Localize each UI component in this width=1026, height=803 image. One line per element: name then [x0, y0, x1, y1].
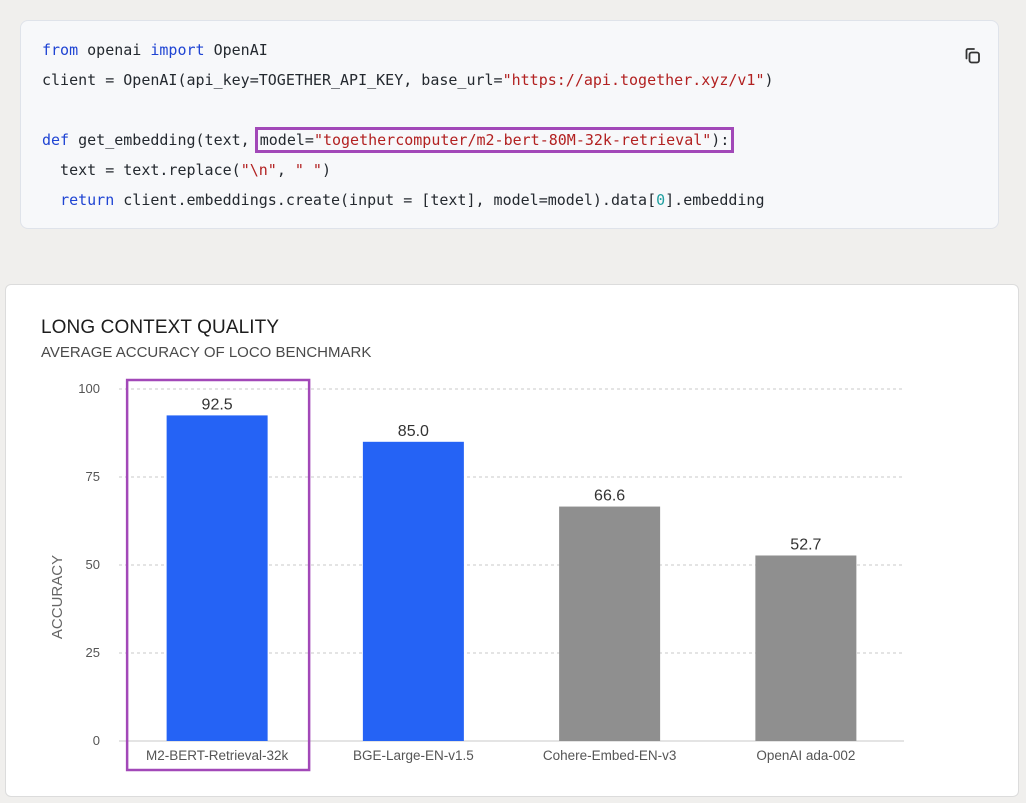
bar-value-label: 92.5 [202, 396, 233, 413]
code-snippet-card: from openai import OpenAI client = OpenAI… [20, 20, 999, 229]
code-line: return client.embeddings.create(input = … [42, 189, 764, 211]
code-token: "\n" [240, 161, 277, 179]
y-axis-label: ACCURACY [49, 555, 66, 639]
code-token: , [276, 161, 295, 179]
bar [166, 415, 268, 741]
code-line: from openai import OpenAI [42, 39, 268, 61]
code-token: model= [259, 131, 314, 149]
copy-icon[interactable] [962, 45, 984, 67]
code-token: import [150, 41, 205, 59]
code-line: def get_embedding(text, model="togetherc… [42, 127, 735, 153]
code-token: openai [78, 41, 151, 59]
y-tick-label: 0 [93, 733, 100, 748]
bar-value-label: 66.6 [594, 488, 625, 505]
x-category-label: BGE-Large-EN-v1.5 [353, 748, 474, 763]
code-token: get_embedding(text, [69, 131, 259, 149]
code-token: ) [764, 71, 774, 89]
code-token: "https://api.together.xyz/v1" [502, 71, 765, 89]
bar [362, 441, 464, 741]
code-token: ): [711, 131, 730, 149]
copy-icon-glyph [965, 48, 980, 64]
code-token: "togethercomputer/m2-bert-80M-32k-retrie… [313, 131, 712, 149]
code-token: " " [294, 161, 322, 179]
y-tick-label: 50 [86, 557, 100, 572]
code-token: ].embedding [665, 191, 765, 209]
bar [559, 506, 661, 741]
code-token: client = OpenAI(api_key=TOGETHER_API_KEY… [42, 71, 503, 89]
bar-value-label: 85.0 [398, 423, 429, 440]
code-token: return [60, 191, 115, 209]
x-category-label: OpenAI ada-002 [756, 748, 855, 763]
code-token: 0 [656, 191, 666, 209]
y-tick-label: 100 [78, 381, 100, 396]
code-token: def [42, 131, 70, 149]
code-token: ) [321, 161, 331, 179]
code-line: text = text.replace("\n", " ") [42, 159, 331, 181]
x-category-label: M2-BERT-Retrieval-32k [146, 748, 289, 763]
bar-chart: 0 25 50 75 100 ACCURACY 92.5 M2-BERT-Retrieval-… [49, 378, 904, 772]
chart-card: LONG CONTEXT QUALITY AVERAGE ACCURACY OF… [5, 284, 1019, 797]
code-token: client.embeddings.create(input = [text],… [114, 191, 657, 209]
x-category-label: Cohere-Embed-EN-v3 [543, 748, 677, 763]
code-token: OpenAI [204, 41, 268, 59]
y-tick-label: 25 [86, 645, 100, 660]
code-token: from [42, 41, 79, 59]
code-line: client = OpenAI(api_key=TOGETHER_API_KEY… [42, 69, 774, 91]
model-param-highlight: model="togethercomputer/m2-bert-80M-32k-… [254, 127, 735, 153]
bar-value-label: 52.7 [790, 536, 821, 553]
bar [755, 555, 857, 741]
y-tick-label: 75 [86, 469, 100, 484]
code-token: text = text.replace( [42, 161, 241, 179]
